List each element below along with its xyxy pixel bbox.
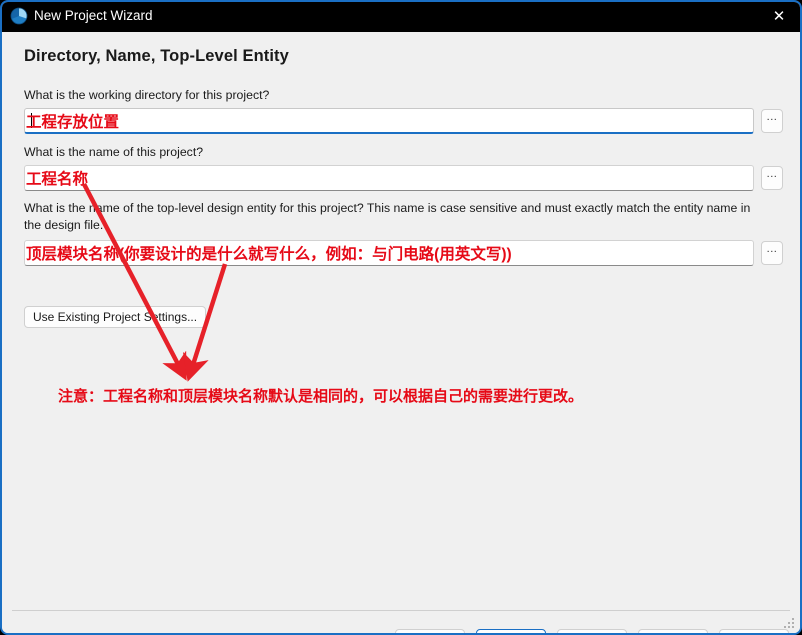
field-label-top-level-entity: What is the name of the top-level design…	[24, 201, 751, 232]
field-label-project-name: What is the name of this project?	[24, 145, 204, 159]
help-button[interactable]: Help	[719, 629, 789, 633]
window-title: New Project Wizard	[34, 8, 153, 23]
quartus-sphere-icon	[10, 7, 28, 25]
title-bar: New Project Wizard ✕	[2, 2, 800, 32]
browse-project-name-button[interactable]: ...	[761, 166, 783, 190]
field-label-working-directory: What is the working directory for this p…	[24, 88, 270, 102]
footer-divider	[12, 610, 790, 611]
new-project-wizard-window: New Project Wizard ✕ Directory, Name, To…	[0, 0, 802, 635]
back-button[interactable]: < Back	[395, 629, 465, 633]
text-caret	[31, 113, 32, 128]
close-icon[interactable]: ✕	[756, 2, 800, 32]
wizard-content: Directory, Name, Top-Level Entity What i…	[2, 32, 800, 633]
resize-grip[interactable]	[784, 618, 796, 630]
top-level-entity-input[interactable]	[24, 240, 754, 266]
page-title: Directory, Name, Top-Level Entity	[24, 47, 289, 65]
working-directory-input[interactable]	[24, 108, 754, 134]
browse-working-directory-button[interactable]: ...	[761, 109, 783, 133]
browse-top-level-entity-button[interactable]: ...	[761, 241, 783, 265]
finish-button[interactable]: Finish	[557, 629, 627, 633]
next-button[interactable]: Next >	[476, 629, 546, 633]
use-existing-project-settings-button[interactable]: Use Existing Project Settings...	[24, 306, 207, 328]
project-name-input[interactable]	[24, 165, 754, 191]
cancel-button[interactable]: Cancel	[638, 629, 708, 633]
